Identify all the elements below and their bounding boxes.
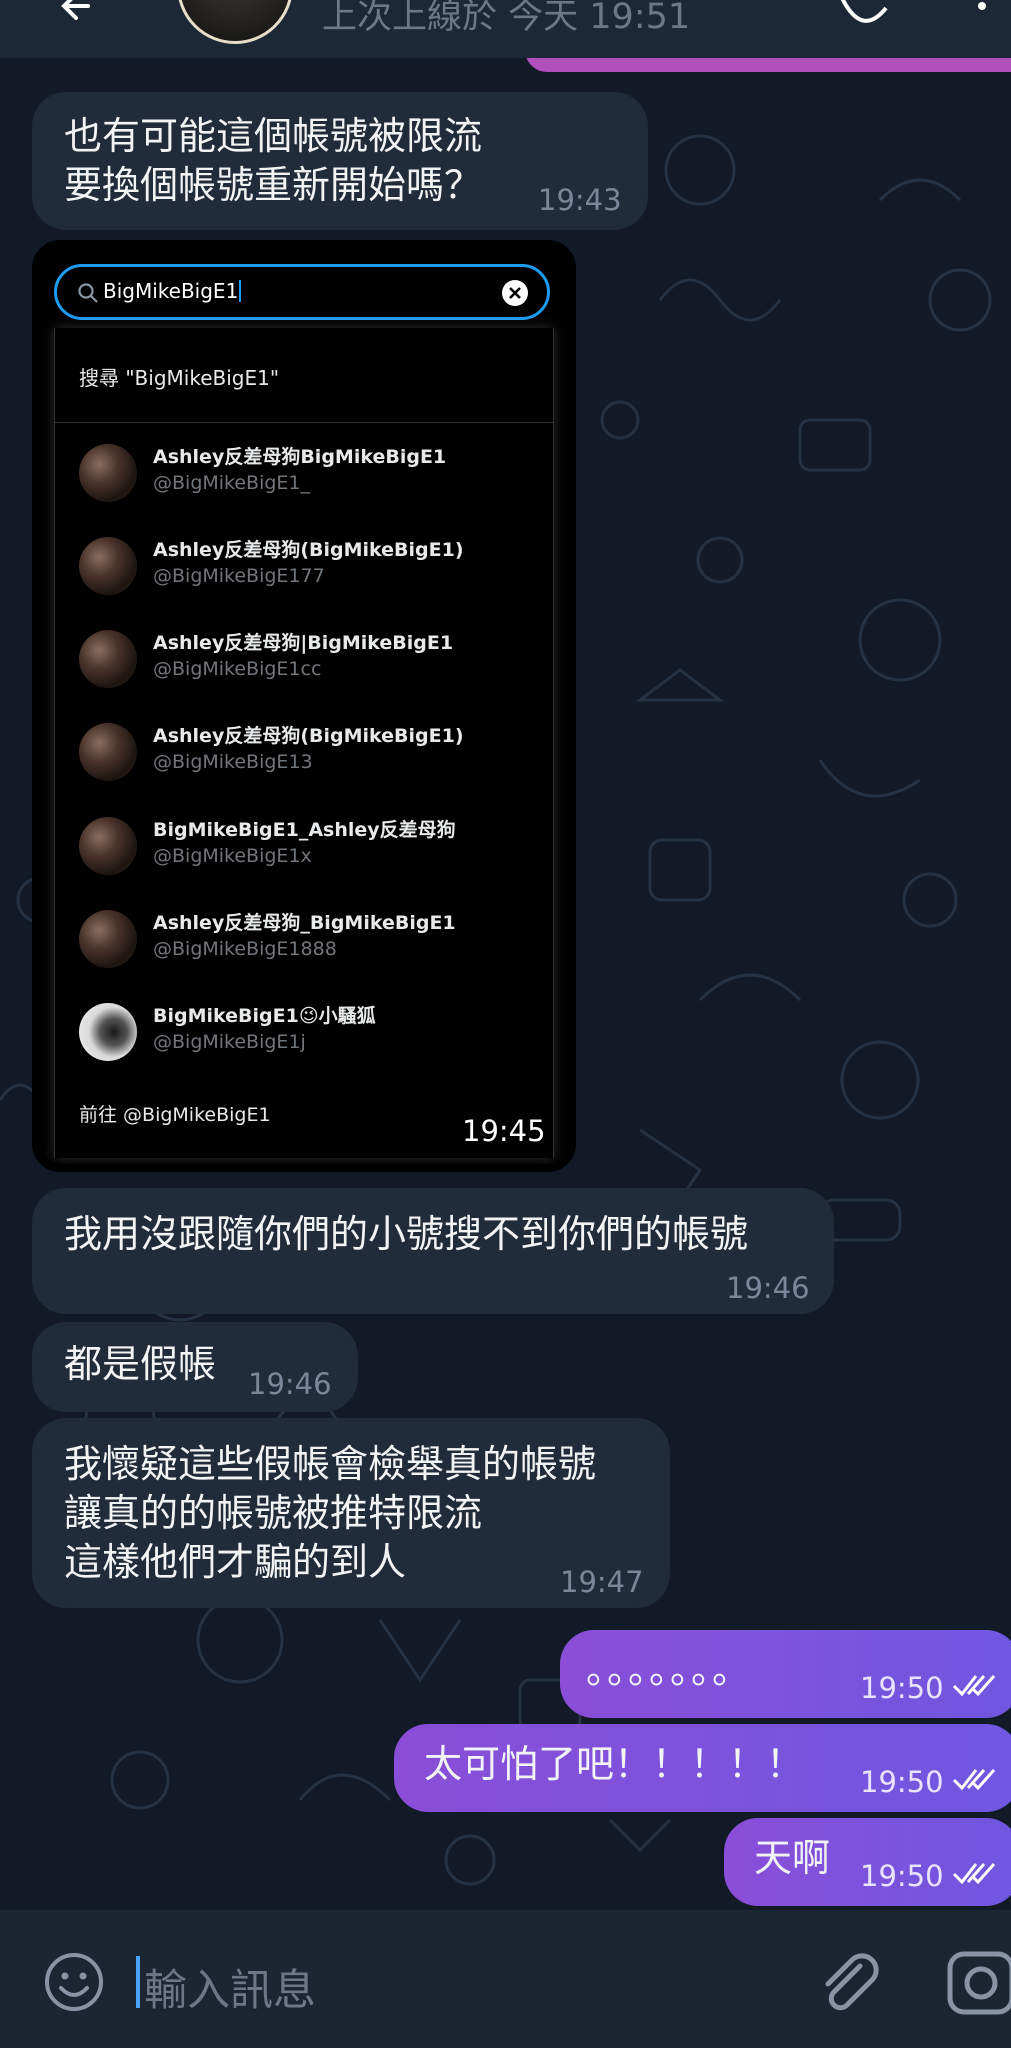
search-result: Ashley反差母狗(BigMikeBigE1) @BigMikeBigE177 [55,523,553,607]
result-name: BigMikeBigE1😉小騷狐 [153,1005,376,1027]
message-bubble-outgoing[interactable]: 。。。。。。。 19:50 [560,1630,1011,1718]
message-bubble-outgoing[interactable]: 天啊 19:50 [724,1818,1011,1906]
chat-header: 上次上線於 今天 19:51 [0,0,1011,58]
message-text: 我懷疑這些假帳會檢舉真的帳號 讓真的的帳號被推特限流 這樣他們才騙的到人 [64,1442,597,1584]
message-time: 19:50 [860,1765,944,1799]
message-time: 19:43 [538,183,622,217]
search-result: BigMikeBigE1_Ashley反差母狗 @BigMikeBigE1x [55,803,553,887]
message-bubble-incoming[interactable]: 我懷疑這些假帳會檢舉真的帳號 讓真的的帳號被推特限流 這樣他們才騙的到人 19:… [32,1418,670,1608]
result-name: Ashley反差母狗(BigMikeBigE1) [153,725,464,747]
clear-search-icon [502,280,528,306]
message-text: 都是假帳 [64,1342,217,1386]
message-time: 19:47 [560,1565,644,1599]
goto-profile-option: 前往 @BigMikeBigE1 [79,1104,271,1126]
message-text: 我用沒跟隨你們的小號搜不到你們的帳號 [64,1212,749,1256]
result-avatar [79,630,137,688]
message-bubble-outgoing[interactable]: 太可怕了吧！！！！！ 19:50 [394,1724,1011,1812]
result-handle: @BigMikeBigE1cc [153,658,322,680]
result-handle: @BigMikeBigE1888 [153,938,337,960]
contact-avatar[interactable] [177,0,293,44]
result-avatar [79,817,137,875]
message-time: 19:45 [462,1114,546,1148]
search-icon [78,283,98,303]
text-caret [136,1956,140,2008]
search-screenshot: BigMikeBigE1 搜尋 "BigMikeBigE1" Ashley反差母… [43,248,575,1164]
result-avatar [79,444,137,502]
search-result: Ashley反差母狗|BigMikeBigE1 @BigMikeBigE1cc [55,616,553,700]
result-name: Ashley反差母狗|BigMikeBigE1 [153,632,454,654]
message-bubble-incoming[interactable]: 也有可能這個帳號被限流 要換個帳號重新開始嗎？ 19:43 [32,92,648,230]
message-text: 。。。。。。。 [586,1648,753,1692]
message-text: 天啊 [754,1836,831,1880]
message-composer: 輸入訊息 [0,1910,1011,2048]
message-input-placeholder: 輸入訊息 [144,1966,316,2016]
result-handle: @BigMikeBigE1j [153,1031,306,1053]
message-time: 19:50 [860,1859,944,1893]
result-handle: @BigMikeBigE1x [153,845,312,867]
photo-message[interactable]: BigMikeBigE1 搜尋 "BigMikeBigE1" Ashley反差母… [32,240,576,1172]
message-bubble-incoming[interactable]: 都是假帳 19:46 [32,1322,358,1412]
result-avatar [79,1003,137,1061]
result-name: Ashley反差母狗(BigMikeBigE1) [153,539,464,561]
camera-icon[interactable] [946,1948,1011,2018]
emoji-icon[interactable] [42,1950,106,2014]
result-avatar [79,537,137,595]
search-box: BigMikeBigE1 [54,264,550,320]
message-text: 太可怕了吧！！！！！ [424,1742,805,1786]
result-handle: @BigMikeBigE177 [153,565,325,587]
double-check-icon [952,1863,996,1884]
message-bubble-incoming[interactable]: 我用沒跟隨你們的小號搜不到你們的帳號 19:46 [32,1188,834,1314]
result-name: BigMikeBigE1_Ashley反差母狗 [153,819,456,841]
message-input[interactable]: 輸入訊息 [136,1950,776,2016]
double-check-icon [952,1769,996,1790]
more-menu-icon[interactable] [972,0,992,28]
divider [55,422,553,423]
attach-icon[interactable] [814,1948,884,2018]
message-text: 也有可能這個帳號被限流 要換個帳號重新開始嗎？ [64,114,483,207]
last-seen-status: 上次上線於 今天 19:51 [322,0,691,37]
search-result: Ashley反差母狗BigMikeBigE1 @BigMikeBigE1_ [55,430,553,514]
result-name: Ashley反差母狗BigMikeBigE1 [153,446,447,468]
message-time: 19:46 [726,1271,810,1305]
call-icon[interactable] [838,0,888,28]
search-result: Ashley反差母狗_BigMikeBigE1 @BigMikeBigE1888 [55,896,553,980]
result-name: Ashley反差母狗_BigMikeBigE1 [153,912,456,934]
search-query-option: 搜尋 "BigMikeBigE1" [79,366,280,390]
back-arrow-icon[interactable] [58,0,98,26]
result-avatar [79,723,137,781]
message-time: 19:50 [860,1671,944,1705]
result-handle: @BigMikeBigE13 [153,751,313,773]
search-result: Ashley反差母狗(BigMikeBigE1) @BigMikeBigE13 [55,709,553,793]
search-text: BigMikeBigE1 [103,279,242,303]
search-dropdown: 搜尋 "BigMikeBigE1" Ashley反差母狗BigMikeBigE1… [54,328,554,1158]
search-result: BigMikeBigE1😉小騷狐 @BigMikeBigE1j [55,989,553,1073]
double-check-icon [952,1675,996,1696]
result-handle: @BigMikeBigE1_ [153,472,311,494]
result-avatar [79,910,137,968]
message-time: 19:46 [248,1367,332,1401]
